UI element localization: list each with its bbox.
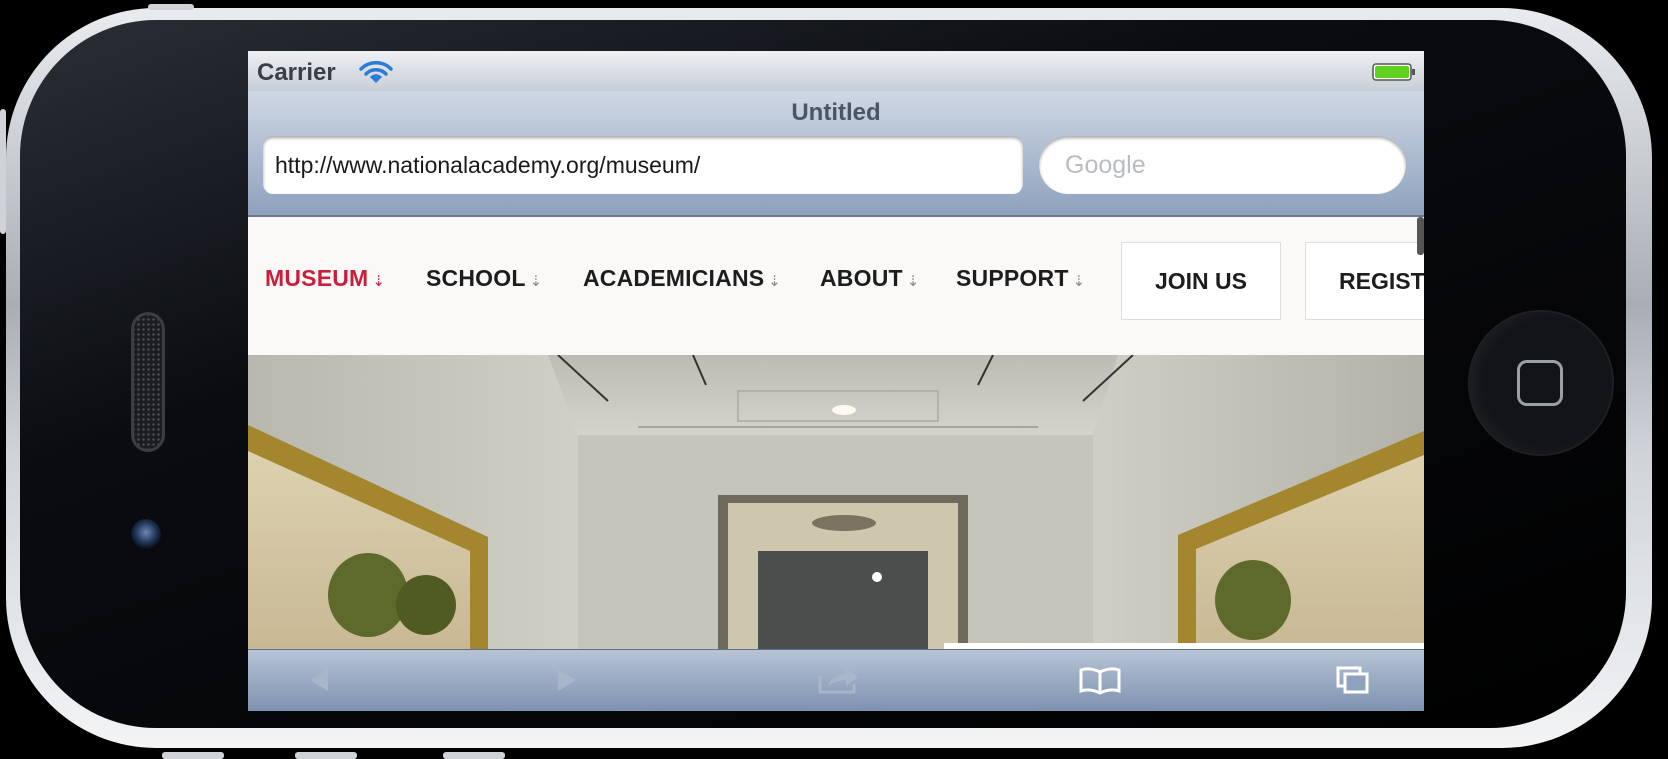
register-button[interactable]: REGIST (1305, 242, 1424, 320)
iphone-device: Carrier Untitled http://www.nationalacad… (0, 4, 1668, 759)
site-nav: MUSEUM ⇣ SCHOOL ⇣ ACADEMICIANS ⇣ ABOUT ⇣ SUP… (248, 217, 1424, 355)
bookmarks-icon[interactable] (1078, 664, 1122, 696)
volume-button-bottom-3 (443, 752, 505, 759)
nav-item-museum[interactable]: MUSEUM ⇣ (265, 265, 385, 292)
browser-address-bar: Untitled http://www.nationalacademy.org/… (248, 91, 1424, 217)
sleep-switch (0, 109, 6, 234)
nav-item-label: ABOUT (820, 265, 903, 291)
carrier-label: Carrier (257, 59, 336, 86)
scroll-indicator (1417, 217, 1424, 255)
volume-button-top (148, 4, 194, 10)
nav-item-label: ACADEMICIANS (583, 265, 765, 291)
hero-image (248, 355, 1424, 649)
browser-toolbar (248, 649, 1424, 711)
down-arrow-icon: ⇣ (1072, 273, 1086, 290)
nav-item-support[interactable]: SUPPORT ⇣ (956, 265, 1085, 292)
home-square-icon (1517, 360, 1563, 406)
battery-icon (1372, 63, 1415, 81)
nav-item-school[interactable]: SCHOOL ⇣ (426, 265, 542, 292)
nav-item-label: MUSEUM (265, 265, 369, 291)
down-arrow-icon: ⇣ (529, 273, 543, 290)
volume-button-bottom-2 (295, 752, 357, 759)
url-field[interactable]: http://www.nationalacademy.org/museum/ (263, 136, 1023, 194)
home-button[interactable] (1470, 312, 1612, 454)
front-camera (131, 519, 161, 549)
page-title: Untitled (791, 99, 881, 126)
web-content: MUSEUM ⇣ SCHOOL ⇣ ACADEMICIANS ⇣ ABOUT ⇣ SUP… (248, 217, 1424, 649)
earpiece-speaker (131, 312, 165, 452)
down-arrow-icon: ⇣ (372, 273, 386, 290)
nav-item-academicians[interactable]: ACADEMICIANS ⇣ (583, 265, 781, 292)
nav-item-about[interactable]: ABOUT ⇣ (820, 265, 920, 292)
volume-button-bottom-1 (162, 752, 224, 759)
down-arrow-icon: ⇣ (906, 273, 920, 290)
back-arrow-icon[interactable] (302, 664, 338, 696)
nav-item-label: SUPPORT (956, 265, 1069, 291)
forward-arrow-icon[interactable] (548, 664, 584, 696)
status-bar: Carrier (248, 51, 1424, 91)
gallery-photo (248, 355, 1424, 649)
tabs-icon[interactable] (1335, 664, 1371, 696)
search-field[interactable]: Google (1039, 136, 1406, 194)
wifi-icon (359, 61, 393, 83)
screen: Carrier Untitled http://www.nationalacad… (248, 51, 1424, 711)
share-icon[interactable] (816, 664, 860, 696)
nav-item-label: SCHOOL (426, 265, 526, 291)
down-arrow-icon: ⇣ (768, 273, 782, 290)
join-us-button[interactable]: JOIN US (1121, 242, 1281, 320)
